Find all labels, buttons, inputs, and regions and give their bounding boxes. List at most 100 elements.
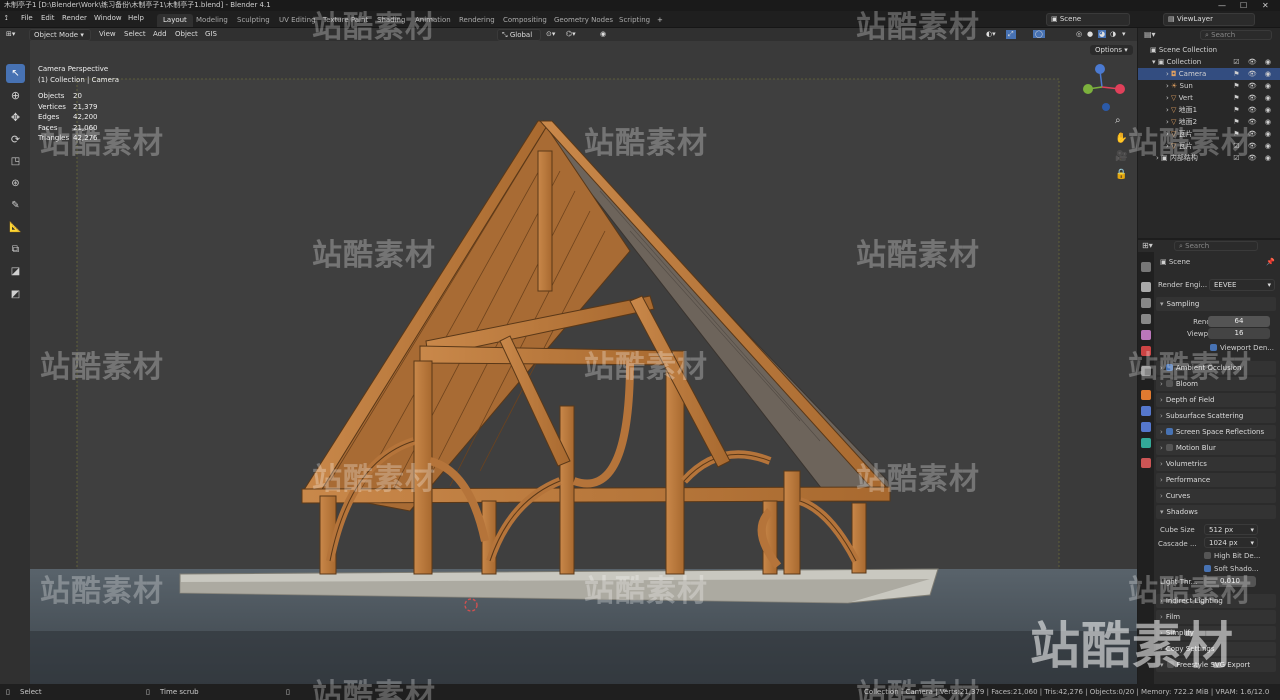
- section-indirect-lighting[interactable]: › Indirect Lighting: [1156, 594, 1276, 608]
- tab-rendering[interactable]: Rendering: [453, 14, 501, 27]
- cursor-tool[interactable]: ⊕: [6, 86, 25, 105]
- outliner-item-sun[interactable]: › ☀ Sun ⚑ 👁 ◉: [1138, 80, 1280, 92]
- pivot-icon[interactable]: ⊙▾: [546, 30, 555, 38]
- section-motion-blur[interactable]: › Motion Blur: [1156, 441, 1276, 455]
- add-cube-tool[interactable]: ⧉: [6, 240, 25, 259]
- tab-scripting[interactable]: Scripting: [613, 14, 656, 27]
- section-simplify[interactable]: › Simplify: [1156, 626, 1276, 640]
- world-tab-icon[interactable]: [1141, 346, 1151, 356]
- overlay-toggle-icon[interactable]: ◯: [1033, 30, 1045, 38]
- outliner-item-interior[interactable]: › ▣ 内部结构 ☑ 👁 ◉: [1138, 152, 1280, 164]
- camera-view-icon[interactable]: 🎥: [1115, 151, 1127, 162]
- modifier-tab-icon[interactable]: [1141, 406, 1151, 416]
- properties-editor-icon[interactable]: ⊞▾: [1142, 241, 1153, 250]
- rendered-shading-icon[interactable]: ◑: [1110, 30, 1116, 38]
- minimize-button[interactable]: —: [1218, 0, 1226, 11]
- outliner-item-camera[interactable]: › ◘ Camera ⚑ 👁 ◉: [1138, 68, 1280, 80]
- tab-shading[interactable]: Shading: [371, 14, 411, 27]
- menu-render[interactable]: Render: [62, 14, 87, 22]
- outliner-search-input[interactable]: ⌕ Search: [1200, 30, 1272, 40]
- outliner-scene-collection[interactable]: ▣ Scene Collection: [1138, 44, 1280, 56]
- scale-tool[interactable]: ◳: [6, 152, 25, 171]
- render-engine-select[interactable]: EEVEE ▾: [1209, 279, 1275, 291]
- visibility-icon[interactable]: ◐▾: [986, 30, 996, 38]
- move-tool[interactable]: ✥: [6, 108, 25, 127]
- tab-geometry-nodes[interactable]: Geometry Nodes: [548, 14, 619, 27]
- menu-file[interactable]: File: [21, 14, 33, 22]
- add-workspace-button[interactable]: +: [651, 14, 669, 27]
- menu-add[interactable]: Add: [153, 30, 167, 38]
- section-performance[interactable]: › Performance: [1156, 473, 1276, 487]
- snap-icon[interactable]: ⌬▾: [566, 30, 576, 38]
- row-visibility-icons[interactable]: ⚑ 👁 ◉: [1233, 92, 1274, 104]
- menu-window[interactable]: Window: [94, 14, 122, 22]
- section-sampling[interactable]: ▾ Sampling: [1156, 297, 1276, 311]
- row-visibility-icons[interactable]: ⚑ 👁 ◉: [1233, 68, 1274, 80]
- cube-size-select[interactable]: 512 px ▾: [1204, 524, 1258, 535]
- scale-cage-tool[interactable]: ◪: [6, 262, 25, 281]
- row-visibility-icons[interactable]: ⚑ 👁 ◉: [1233, 116, 1274, 128]
- tab-texture-paint[interactable]: Texture Paint: [317, 14, 374, 27]
- pan-hand-icon[interactable]: ✋: [1115, 133, 1127, 144]
- section-subsurface-scattering[interactable]: › Subsurface Scattering: [1156, 409, 1276, 423]
- row-visibility-icons[interactable]: ⚑ 👁 ◉: [1233, 128, 1274, 140]
- properties-search-input[interactable]: ⌕ Search: [1174, 241, 1258, 251]
- outliner-item-ground2[interactable]: › ▽ 地面2 ⚑ 👁 ◉: [1138, 116, 1280, 128]
- section-copy-settings[interactable]: › Copy Settings: [1156, 642, 1276, 656]
- section-curves[interactable]: › Curves: [1156, 489, 1276, 503]
- zoom-icon[interactable]: ⌕: [1115, 115, 1121, 126]
- row-visibility-icons[interactable]: ☑ 👁 ◉: [1233, 140, 1274, 152]
- tab-uv-editing[interactable]: UV Editing: [273, 14, 322, 27]
- output-tab-icon[interactable]: [1141, 298, 1151, 308]
- menu-help[interactable]: Help: [128, 14, 144, 22]
- outliner-item-ground1[interactable]: › ▽ 地面1 ⚑ 👁 ◉: [1138, 104, 1280, 116]
- section-shadows[interactable]: ▾ Shadows: [1156, 505, 1276, 519]
- outliner-collection[interactable]: ▾ ▣ Collection ☑ 👁 ◉: [1138, 56, 1280, 68]
- outliner-editor-icon[interactable]: ▤▾: [1144, 30, 1156, 39]
- options-dropdown[interactable]: Options ▾: [1090, 45, 1133, 55]
- maximize-button[interactable]: ☐: [1240, 0, 1247, 11]
- outliner-item-tiles-2[interactable]: › ▽ 瓦片 ☑ 👁 ◉: [1138, 140, 1280, 152]
- outliner-item-tiles[interactable]: › ▽ 瓦片 ⚑ 👁 ◉: [1138, 128, 1280, 140]
- lock-icon[interactable]: 🔒: [1115, 169, 1127, 180]
- render-tab-icon[interactable]: [1141, 282, 1151, 292]
- section-screen-space-reflections[interactable]: › Screen Space Reflections: [1156, 425, 1276, 439]
- row-visibility-icons[interactable]: ☑ 👁 ◉: [1233, 152, 1274, 164]
- tool-tab-icon[interactable]: [1141, 262, 1151, 272]
- gizmo-toggle-icon[interactable]: ⤢: [1006, 30, 1016, 39]
- annotate-tool[interactable]: ✎: [6, 196, 25, 215]
- particles-tab-icon[interactable]: [1141, 422, 1151, 432]
- section-ambient-occlusion[interactable]: › Ambient Occlusion: [1156, 361, 1276, 375]
- menu-select[interactable]: Select: [124, 30, 146, 38]
- view-layer-tab-icon[interactable]: [1141, 314, 1151, 324]
- row-visibility-icons[interactable]: ☑ 👁 ◉: [1233, 56, 1274, 68]
- pin-icon[interactable]: 📌: [1266, 258, 1275, 266]
- menu-edit[interactable]: Edit: [41, 14, 55, 22]
- wireframe-shading-icon[interactable]: ◎: [1076, 30, 1082, 38]
- proportional-edit-icon[interactable]: ◉: [600, 30, 606, 38]
- select-box-tool[interactable]: ↖: [6, 64, 25, 83]
- section-freestyle-svg-export[interactable]: ▾ Freestyle SVG Export: [1156, 658, 1276, 672]
- row-visibility-icons[interactable]: ⚑ 👁 ◉: [1233, 104, 1274, 116]
- scene-selector[interactable]: ▣ Scene: [1046, 13, 1130, 26]
- tab-compositing[interactable]: Compositing: [497, 14, 553, 27]
- menu-gis[interactable]: GIS: [205, 30, 217, 38]
- viewlayer-selector[interactable]: ▤ ViewLayer: [1163, 13, 1255, 26]
- object-tab-icon[interactable]: [1141, 390, 1151, 400]
- row-visibility-icons[interactable]: ⚑ 👁 ◉: [1233, 80, 1274, 92]
- section-depth-of-field[interactable]: › Depth of Field: [1156, 393, 1276, 407]
- section-bloom[interactable]: › Bloom: [1156, 377, 1276, 391]
- close-button[interactable]: ✕: [1262, 0, 1269, 11]
- physics-tab-icon[interactable]: [1141, 438, 1151, 448]
- soft-shadows-checkbox[interactable]: Soft Shado...: [1204, 565, 1259, 573]
- render-samples-field[interactable]: 64: [1208, 316, 1270, 327]
- shear-tool[interactable]: ◩: [6, 285, 25, 304]
- section-volumetrics[interactable]: › Volumetrics: [1156, 457, 1276, 471]
- collection-tab-icon[interactable]: [1141, 366, 1151, 376]
- high-bitdepth-checkbox[interactable]: High Bit De...: [1204, 552, 1260, 560]
- cascade-size-select[interactable]: 1024 px ▾: [1204, 537, 1258, 548]
- section-film[interactable]: › Film: [1156, 610, 1276, 624]
- tab-layout[interactable]: Layout: [157, 14, 193, 27]
- mode-selector[interactable]: Object Mode ▾: [29, 29, 91, 41]
- tab-sculpting[interactable]: Sculpting: [231, 14, 276, 27]
